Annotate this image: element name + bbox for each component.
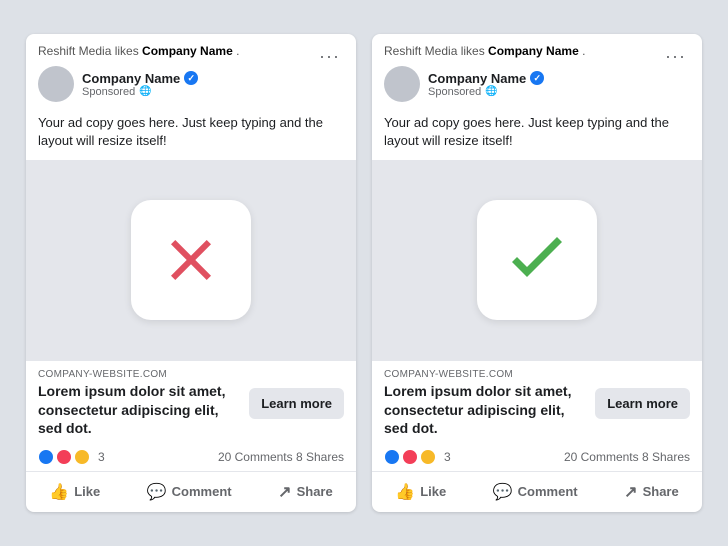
reaction-dot-yellow-2 xyxy=(420,449,436,465)
globe-icon-2: 🌐 xyxy=(485,86,497,97)
comment-icon: 💬 xyxy=(147,482,167,502)
url-headline-2: Lorem ipsum dolor sit amet, consectetur … xyxy=(384,382,587,437)
url-headline: Lorem ipsum dolor sit amet, consectetur … xyxy=(38,382,241,437)
company-name: Company Name xyxy=(82,71,180,86)
like-label-2: Like xyxy=(420,484,446,499)
sponsored-row: Sponsored 🌐 xyxy=(82,86,198,98)
reactions-row-2: 3 20 Comments 8 Shares xyxy=(372,443,702,472)
ad-image-x xyxy=(26,160,356,360)
profile-row: Company Name ✓ Sponsored 🌐 xyxy=(38,66,315,102)
action-bar: 👍 Like 💬 Comment ↗ Share xyxy=(26,472,356,512)
profile-info-2: Company Name ✓ Sponsored 🌐 xyxy=(428,71,544,98)
action-bar-2: 👍 Like 💬 Comment ↗ Share xyxy=(372,472,702,512)
fb-card-check: Reshift Media likes Company Name . Compa… xyxy=(372,34,702,512)
fb-card-x: Reshift Media likes Company Name . Compa… xyxy=(26,34,356,512)
card-footer-check: COMPANY-WEBSITE.COM Lorem ipsum dolor si… xyxy=(372,360,702,512)
url-label: COMPANY-WEBSITE.COM xyxy=(38,369,241,380)
share-label: Share xyxy=(297,484,333,499)
like-button[interactable]: 👍 Like xyxy=(39,476,110,508)
reaction-dot-blue xyxy=(38,449,54,465)
company-name-row: Company Name ✓ xyxy=(82,71,198,86)
comment-button[interactable]: 💬 Comment xyxy=(137,476,242,508)
reactions-count: 3 xyxy=(98,450,105,464)
company-name-2: Company Name xyxy=(428,71,526,86)
comments-shares-2: 20 Comments 8 Shares xyxy=(564,450,690,464)
sponsored-label: Sponsored xyxy=(82,86,135,98)
verified-icon-2: ✓ xyxy=(530,71,544,85)
x-icon xyxy=(151,220,231,300)
reactions-row: 3 20 Comments 8 Shares xyxy=(26,443,356,472)
ad-image-check xyxy=(372,160,702,360)
reaction-dots-2 xyxy=(384,449,436,465)
more-options-icon-2[interactable]: ··· xyxy=(661,44,690,69)
sponsored-label-2: Sponsored xyxy=(428,86,481,98)
icon-box-check xyxy=(477,200,597,320)
url-section-2: COMPANY-WEBSITE.COM Lorem ipsum dolor si… xyxy=(372,361,702,443)
comment-label-2: Comment xyxy=(518,484,578,499)
likes-line-2: Reshift Media likes Company Name . xyxy=(384,44,661,58)
sponsored-row-2: Sponsored 🌐 xyxy=(428,86,544,98)
ad-copy: Your ad copy goes here. Just keep typing… xyxy=(26,108,356,160)
check-icon xyxy=(497,220,577,300)
reaction-dots xyxy=(38,449,90,465)
icon-box-x xyxy=(131,200,251,320)
globe-icon: 🌐 xyxy=(139,86,151,97)
comment-icon-2: 💬 xyxy=(493,482,513,502)
avatar xyxy=(38,66,74,102)
url-label-2: COMPANY-WEBSITE.COM xyxy=(384,369,587,380)
likes-company-bold: Company Name xyxy=(142,44,233,58)
like-label: Like xyxy=(74,484,100,499)
ad-copy-2: Your ad copy goes here. Just keep typing… xyxy=(372,108,702,160)
reactions-count-2: 3 xyxy=(444,450,451,464)
url-info-2: COMPANY-WEBSITE.COM Lorem ipsum dolor si… xyxy=(384,369,587,437)
comment-button-2[interactable]: 💬 Comment xyxy=(483,476,588,508)
like-icon-2: 👍 xyxy=(395,482,415,502)
url-section: COMPANY-WEBSITE.COM Lorem ipsum dolor si… xyxy=(26,361,356,443)
like-icon: 👍 xyxy=(49,482,69,502)
like-button-2[interactable]: 👍 Like xyxy=(385,476,456,508)
share-label-2: Share xyxy=(643,484,679,499)
card-footer-x: COMPANY-WEBSITE.COM Lorem ipsum dolor si… xyxy=(26,360,356,512)
share-button-2[interactable]: ↗ Share xyxy=(614,476,689,508)
url-info: COMPANY-WEBSITE.COM Lorem ipsum dolor si… xyxy=(38,369,241,437)
learn-more-button[interactable]: Learn more xyxy=(249,388,344,419)
learn-more-button-2[interactable]: Learn more xyxy=(595,388,690,419)
comment-label: Comment xyxy=(172,484,232,499)
card-header-2: Reshift Media likes Company Name . Compa… xyxy=(372,34,702,108)
share-button[interactable]: ↗ Share xyxy=(268,476,343,508)
cards-container: Reshift Media likes Company Name . Compa… xyxy=(6,14,722,532)
avatar-2 xyxy=(384,66,420,102)
share-icon-2: ↗ xyxy=(624,482,637,502)
likes-company-bold-2: Company Name xyxy=(488,44,579,58)
reaction-dot-blue-2 xyxy=(384,449,400,465)
reaction-dot-red-2 xyxy=(402,449,418,465)
profile-info: Company Name ✓ Sponsored 🌐 xyxy=(82,71,198,98)
reaction-dot-red xyxy=(56,449,72,465)
share-icon: ↗ xyxy=(278,482,291,502)
reaction-dot-yellow xyxy=(74,449,90,465)
comments-shares: 20 Comments 8 Shares xyxy=(218,450,344,464)
card-header: Reshift Media likes Company Name . Compa… xyxy=(26,34,356,108)
likes-line: Reshift Media likes Company Name . xyxy=(38,44,315,58)
more-options-icon[interactable]: ··· xyxy=(315,44,344,69)
company-name-row-2: Company Name ✓ xyxy=(428,71,544,86)
verified-icon: ✓ xyxy=(184,71,198,85)
profile-row-2: Company Name ✓ Sponsored 🌐 xyxy=(384,66,661,102)
